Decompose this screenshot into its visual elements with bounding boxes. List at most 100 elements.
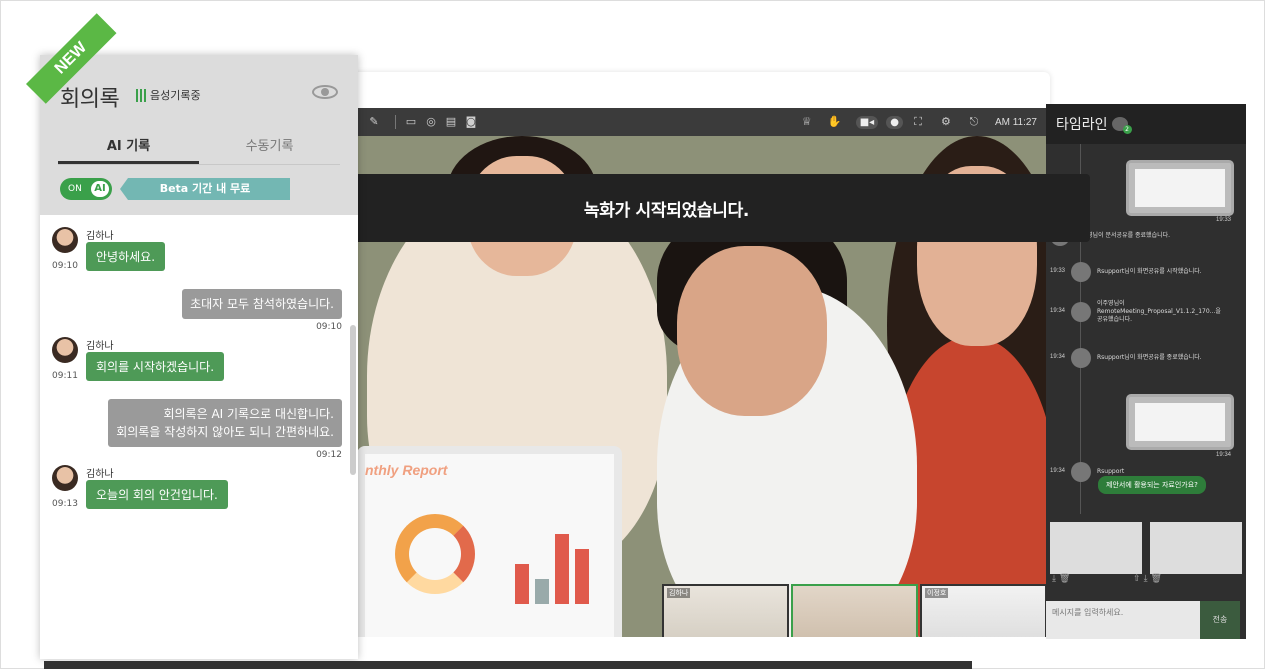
chat-bubble: 제안서에 활용되는 자료인가요? (1098, 476, 1206, 494)
camera-icon[interactable]: ◙ (464, 115, 478, 129)
participants-icon[interactable]: 2 (1111, 117, 1132, 134)
report-tablet: nthly Report (357, 446, 622, 637)
minutes-tabs: AI 기록 수동기록 (58, 133, 340, 165)
shared-files-strip (1046, 518, 1246, 578)
message-bubble: 회의록은 AI 기록으로 대신합니다. 회의록을 작성하지 않아도 되니 간편하… (108, 399, 342, 447)
download-icon[interactable]: ⤓ (1144, 574, 1148, 584)
screen-share-icon (1071, 262, 1092, 282)
event-time: 19:34 (1050, 307, 1066, 314)
file-thumbnail[interactable] (1150, 522, 1242, 574)
event-time: 19:34 (1050, 468, 1066, 475)
participant-thumbnail[interactable]: 김하나 (662, 584, 789, 637)
exit-icon[interactable]: ⎋ (967, 115, 981, 129)
message-bubble: 초대자 모두 참석하였습니다. (182, 289, 342, 319)
timeline-event: 19:34 Rsupport님이 화면공유를 종료했습니다. (1050, 348, 1240, 368)
face-shape (677, 246, 827, 416)
participant-thumbnail-active[interactable] (791, 584, 918, 637)
avatar (1071, 462, 1092, 482)
file-actions: ⤓ 🗑 ⇧ ⤓ 🗑 (1052, 574, 1162, 584)
sender-name: 김하나 (86, 469, 114, 480)
message-bubble: 회의를 시작하겠습니다. (86, 352, 225, 381)
record-icon[interactable]: ◎ (424, 115, 438, 129)
timeline-title: 타임라인 (1056, 117, 1108, 133)
message-time: 09:10 (52, 261, 78, 271)
avatar (52, 227, 78, 253)
thumbnail-name: 이정호 (925, 588, 949, 598)
message-bubble: 안녕하세요. (86, 242, 166, 271)
fullscreen-icon[interactable]: ⛶ (911, 115, 925, 129)
mic-icon[interactable]: ● (886, 115, 903, 129)
message-list: 김하나 안녕하세요. 09:10 초대자 모두 참석하였습니다. 09:10 김… (40, 215, 358, 659)
beta-banner: Beta 기간 내 무료 (120, 178, 290, 200)
bottom-bar (44, 661, 972, 669)
message-time: 09:11 (52, 371, 78, 381)
event-time: 19:34 (1050, 354, 1066, 361)
tab-manual-record[interactable]: 수동기록 (199, 133, 340, 164)
screen-share-icon[interactable]: ▭ (404, 115, 418, 129)
message-time: 09:10 (316, 322, 342, 332)
document-icon (1071, 301, 1092, 322)
toggle-ai-label: AI (91, 181, 109, 197)
donut-graphic (395, 514, 475, 594)
shared-screen-thumbnail[interactable] (1126, 394, 1234, 450)
participant-count: 2 (1122, 125, 1132, 134)
send-button[interactable]: 전송 (1200, 601, 1240, 639)
recording-toast: 녹화가 시작되었습니다. (243, 174, 1090, 242)
ai-toggle[interactable]: ON AI (60, 178, 112, 200)
card-time: 19:34 (1216, 452, 1232, 458)
participant-thumbnails: 김하나 이정호 (662, 584, 1047, 637)
event-time: 19:33 (1050, 268, 1066, 275)
clock-time: AM 11:27 (994, 116, 1037, 128)
card-time: 19:33 (1216, 217, 1232, 223)
eye-icon[interactable] (312, 85, 338, 99)
download-icon[interactable]: ⤓ (1052, 574, 1056, 584)
recording-label: 음성기록중 (150, 89, 201, 102)
report-title: nthly Report (365, 462, 448, 478)
sender-name: 김하나 (86, 231, 114, 242)
timeline-header: 타임라인 2 (1046, 104, 1246, 144)
minutes-header: 회의록 음성기록중 AI 기록 수동기록 ON AI Beta 기간 내 무료 (40, 55, 358, 215)
timeline-event: 19:33 Rsupport님이 화면공유를 시작했습니다. (1050, 262, 1240, 282)
bar-graphic (515, 514, 589, 604)
audio-level-icon (136, 88, 146, 102)
event-text: Rsupport님이 화면공유를 시작했습니다. (1097, 268, 1202, 276)
message-outgoing: 회의록은 AI 기록으로 대신합니다. 회의록을 작성하지 않아도 되니 간편하… (108, 399, 342, 460)
event-text: 이주영님이 RemoteMeeting_Proposal_V1.1.2_170.… (1097, 300, 1221, 323)
message-time: 09:13 (52, 499, 78, 509)
chat-input[interactable]: 메시지를 입력하세요. (1046, 601, 1200, 639)
timeline-event: 19:34 이주영님이 RemoteMeeting_Proposal_V1.1.… (1050, 300, 1240, 323)
video-toggle-icon[interactable]: ■◂ (855, 115, 879, 129)
avatar (52, 337, 78, 363)
sender-name: 김하나 (86, 341, 114, 352)
message-time: 09:12 (316, 450, 342, 460)
upload-icon[interactable]: ⇧ (1133, 574, 1141, 584)
event-text: 이주영님이 문서공유를 종료했습니다. (1076, 232, 1171, 240)
delete-icon[interactable]: 🗑 (1059, 574, 1070, 584)
file-thumbnail[interactable] (1050, 522, 1142, 574)
delete-icon[interactable]: 🗑 (1150, 574, 1161, 584)
minutes-panel: 회의록 음성기록중 AI 기록 수동기록 ON AI Beta 기간 내 무료 … (40, 55, 358, 659)
event-text: Rsupport님이 화면공유를 종료했습니다. (1097, 354, 1202, 362)
participant-thumbnail[interactable]: 이정호 (920, 584, 1047, 637)
thumbnail-name: 김하나 (667, 588, 691, 598)
sender-name: Rsupport (1097, 468, 1125, 476)
toggle-on-label: ON (68, 184, 82, 194)
settings-icon[interactable]: ⚙ (939, 115, 953, 129)
shared-document-thumbnail[interactable] (1126, 160, 1234, 216)
toolbar-right: ♕ ✋ ■◂ ● ⛶ ⚙ ⎋ AM 11:27 (800, 115, 1037, 129)
message-outgoing: 초대자 모두 참석하였습니다. 09:10 (182, 289, 342, 332)
avatar (52, 465, 78, 491)
tab-ai-record[interactable]: AI 기록 (58, 133, 199, 164)
message-bubble: 오늘의 회의 안건입니다. (86, 480, 228, 509)
minutes-title: 회의록 (60, 87, 120, 112)
back-card (340, 72, 1050, 112)
raise-hand-icon[interactable]: ✋ (828, 115, 842, 129)
recording-status: 음성기록중 (136, 87, 201, 103)
document-icon[interactable]: ▤ (444, 115, 458, 129)
toolbar-divider (395, 115, 396, 129)
crown-icon[interactable]: ♕ (800, 115, 814, 129)
scrollbar[interactable] (350, 325, 356, 475)
screen-share-icon (1071, 348, 1092, 368)
edit-icon[interactable]: ✎ (367, 115, 381, 129)
meeting-toolbar: ✎ ▭ ◎ ▤ ◙ ♕ ✋ ■◂ ● ⛶ ⚙ ⎋ AM 11:27 (357, 108, 1047, 136)
